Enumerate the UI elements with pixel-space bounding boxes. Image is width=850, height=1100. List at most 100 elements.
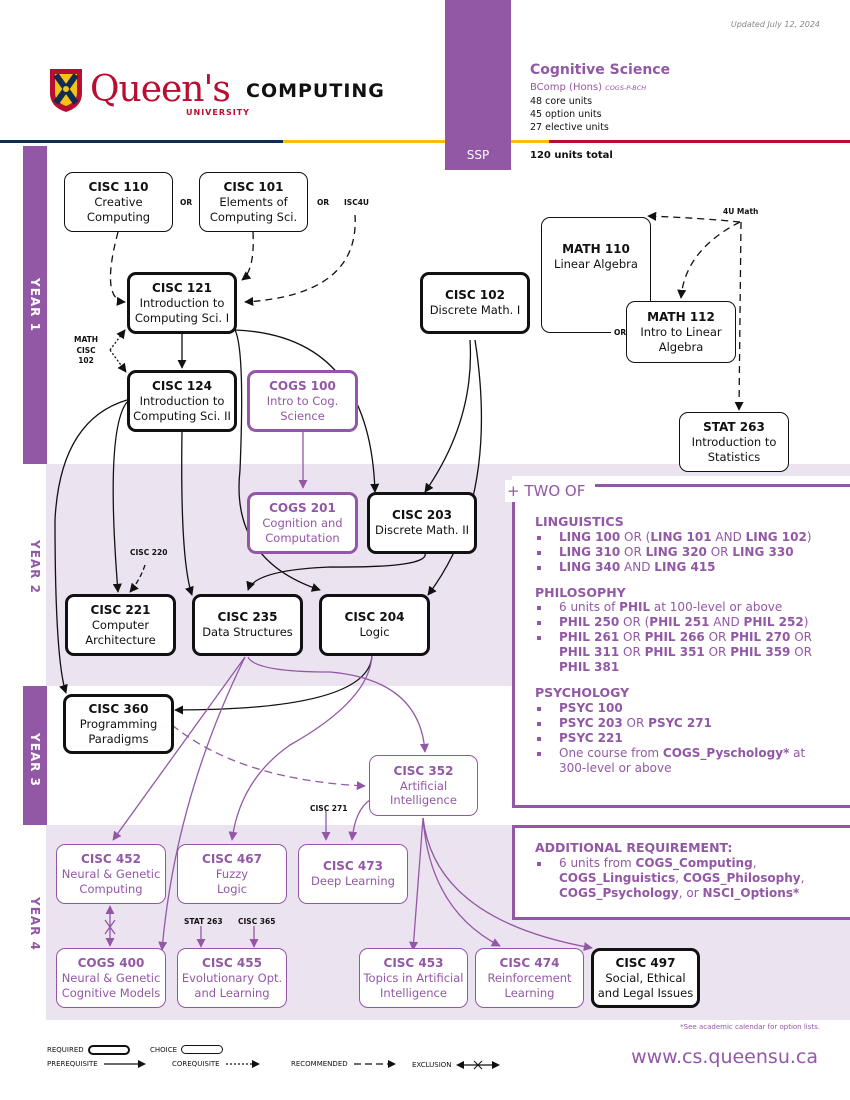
course-code: CISC 473 — [323, 859, 383, 874]
edge-204-360 — [174, 654, 373, 715]
course-title: Algebra — [658, 339, 704, 354]
prerequisite-arrow-icon — [103, 1060, 146, 1068]
course-title: Linear Algebra — [554, 257, 638, 271]
course-code: CISC 121 — [152, 281, 212, 296]
edge-220-221 — [129, 564, 146, 593]
course-cisc474[interactable]: CISC 474 Reinforcement Learning — [475, 948, 584, 1008]
course-cisc235[interactable]: CISC 235 Data Structures — [192, 594, 303, 656]
edge-4u-110 — [647, 211, 741, 223]
course-cisc110[interactable]: CISC 110 Creative Computing — [64, 172, 173, 232]
course-cisc203[interactable]: CISC 203 Discrete Math. II — [367, 492, 477, 554]
course-title: Logic — [216, 881, 248, 896]
course-title: Computing Sci. — [209, 209, 298, 224]
course-title: and Learning — [194, 985, 270, 1000]
course-cisc352[interactable]: CISC 352 Artificial Intelligence — [369, 755, 478, 816]
course-cisc221[interactable]: CISC 221 Computer Architecture — [65, 594, 176, 656]
course-title: and Legal Issues — [597, 985, 694, 1000]
course-title: Cognition and — [262, 516, 343, 531]
required-box-icon — [87, 1045, 130, 1055]
edge-101-121 — [241, 231, 254, 281]
course-title: Introduction to — [139, 394, 225, 409]
course-code: CISC 453 — [383, 956, 444, 971]
course-cisc473[interactable]: CISC 473 Deep Learning — [298, 844, 408, 904]
course-code: CISC 497 — [615, 956, 676, 971]
course-cisc497[interactable]: CISC 497 Social, Ethical and Legal Issue… — [591, 948, 700, 1008]
course-code: CISC 352 — [393, 763, 454, 778]
label-line: 102 — [78, 356, 94, 365]
course-code: CISC 467 — [202, 852, 262, 867]
course-title: Paradigms — [88, 731, 149, 746]
course-title: Neural & Genetic — [61, 867, 161, 882]
course-cisc102[interactable]: CISC 102 Discrete Math. I — [420, 272, 530, 334]
legend-label: RECOMMENDED — [291, 1060, 348, 1068]
or-label: OR — [317, 198, 330, 207]
course-title: Elements of — [219, 195, 288, 210]
edge-124-235 — [181, 431, 194, 596]
edge-124-221 — [112, 401, 128, 593]
course-title: Fuzzy — [215, 867, 249, 882]
course-title: Science — [280, 408, 325, 423]
corequisite-arrow-icon — [225, 1060, 260, 1068]
course-cogs400[interactable]: COGS 400 Neural & Genetic Cognitive Mode… — [56, 948, 166, 1008]
edge-203-235 — [246, 552, 426, 591]
edge-352-497 — [422, 817, 593, 952]
course-code: CISC 204 — [344, 610, 405, 625]
course-code: CISC 360 — [88, 702, 149, 717]
course-title: Statistics — [707, 449, 761, 464]
course-title: Learning — [504, 985, 555, 1000]
course-cisc360[interactable]: CISC 360 Programming Paradigms — [63, 694, 174, 754]
course-cisc124[interactable]: CISC 124 Introduction to Computing Sci. … — [127, 370, 237, 432]
legend-exclusion: EXCLUSION — [412, 1060, 500, 1070]
label-line: CISC — [76, 345, 96, 355]
edge-4u-stat263 — [734, 221, 744, 411]
course-title: Programming — [79, 717, 158, 732]
course-title: Intro to Linear — [640, 325, 722, 340]
edge-102-203 — [424, 339, 472, 493]
course-cisc452[interactable]: CISC 452 Neural & Genetic Computing — [56, 844, 166, 904]
legend-label: EXCLUSION — [412, 1061, 452, 1069]
course-title: Reinforcement — [487, 971, 572, 986]
course-title: Deep Learning — [311, 874, 395, 889]
legend-label: CHOICE — [150, 1045, 178, 1054]
recommended-arrow-icon — [353, 1060, 396, 1068]
course-math112[interactable]: MATH 112 Intro to Linear Algebra — [626, 301, 736, 363]
course-cisc453[interactable]: CISC 453 Topics in Artificial Intelligen… — [359, 948, 468, 1008]
course-stat263[interactable]: STAT 263 Introduction to Statistics — [679, 412, 789, 472]
course-title: Neural & Genetic — [61, 971, 161, 986]
course-title: Intro to Cog. — [266, 394, 339, 409]
exclusion-arrow-icon — [455, 1060, 500, 1070]
edge-235-cogs400 — [158, 656, 246, 951]
course-title: Creative — [94, 195, 143, 210]
course-cogs100[interactable]: COGS 100 Intro to Cog. Science — [247, 370, 358, 432]
course-cogs201[interactable]: COGS 201 Cognition and Computation — [247, 492, 358, 554]
course-code: STAT 263 — [703, 420, 765, 435]
legend-label: COREQUISITE — [172, 1060, 220, 1068]
course-title: Discrete Math. II — [374, 523, 470, 538]
course-cisc101[interactable]: CISC 101 Elements of Computing Sci. — [199, 172, 308, 232]
website-url[interactable]: www.cs.queensu.ca — [631, 1046, 818, 1068]
course-code: CISC 124 — [152, 379, 212, 394]
or-label: OR — [180, 198, 193, 207]
edge-102-204 — [427, 339, 483, 596]
course-title: Social, Ethical — [605, 971, 686, 986]
course-code: CISC 455 — [202, 956, 262, 971]
cisc365-small-label: CISC 365 — [238, 917, 276, 926]
course-cisc204[interactable]: CISC 204 Logic — [319, 594, 430, 656]
cisc271-label: CISC 271 — [310, 804, 348, 813]
option-list-footnote: *See academic calendar for option lists. — [680, 1023, 820, 1031]
course-code: CISC 203 — [392, 508, 452, 523]
course-cisc467[interactable]: CISC 467 Fuzzy Logic — [177, 844, 287, 904]
course-code: CISC 110 — [88, 180, 149, 195]
choice-box-icon — [181, 1045, 224, 1054]
label-line: MATH — [74, 335, 99, 344]
course-cisc121[interactable]: CISC 121 Introduction to Computing Sci. … — [127, 272, 237, 334]
course-code: CISC 102 — [445, 288, 505, 303]
course-code: COGS 201 — [269, 501, 336, 516]
edge-360-352 — [171, 724, 366, 791]
course-cisc455[interactable]: CISC 455 Evolutionary Opt. and Learning — [177, 948, 287, 1008]
legend-choice: CHOICE — [150, 1045, 224, 1054]
course-code: CISC 101 — [223, 180, 284, 195]
legend-required: REQUIRED — [47, 1045, 130, 1055]
course-title: Data Structures — [202, 625, 293, 640]
course-code: COGS 100 — [269, 379, 336, 394]
